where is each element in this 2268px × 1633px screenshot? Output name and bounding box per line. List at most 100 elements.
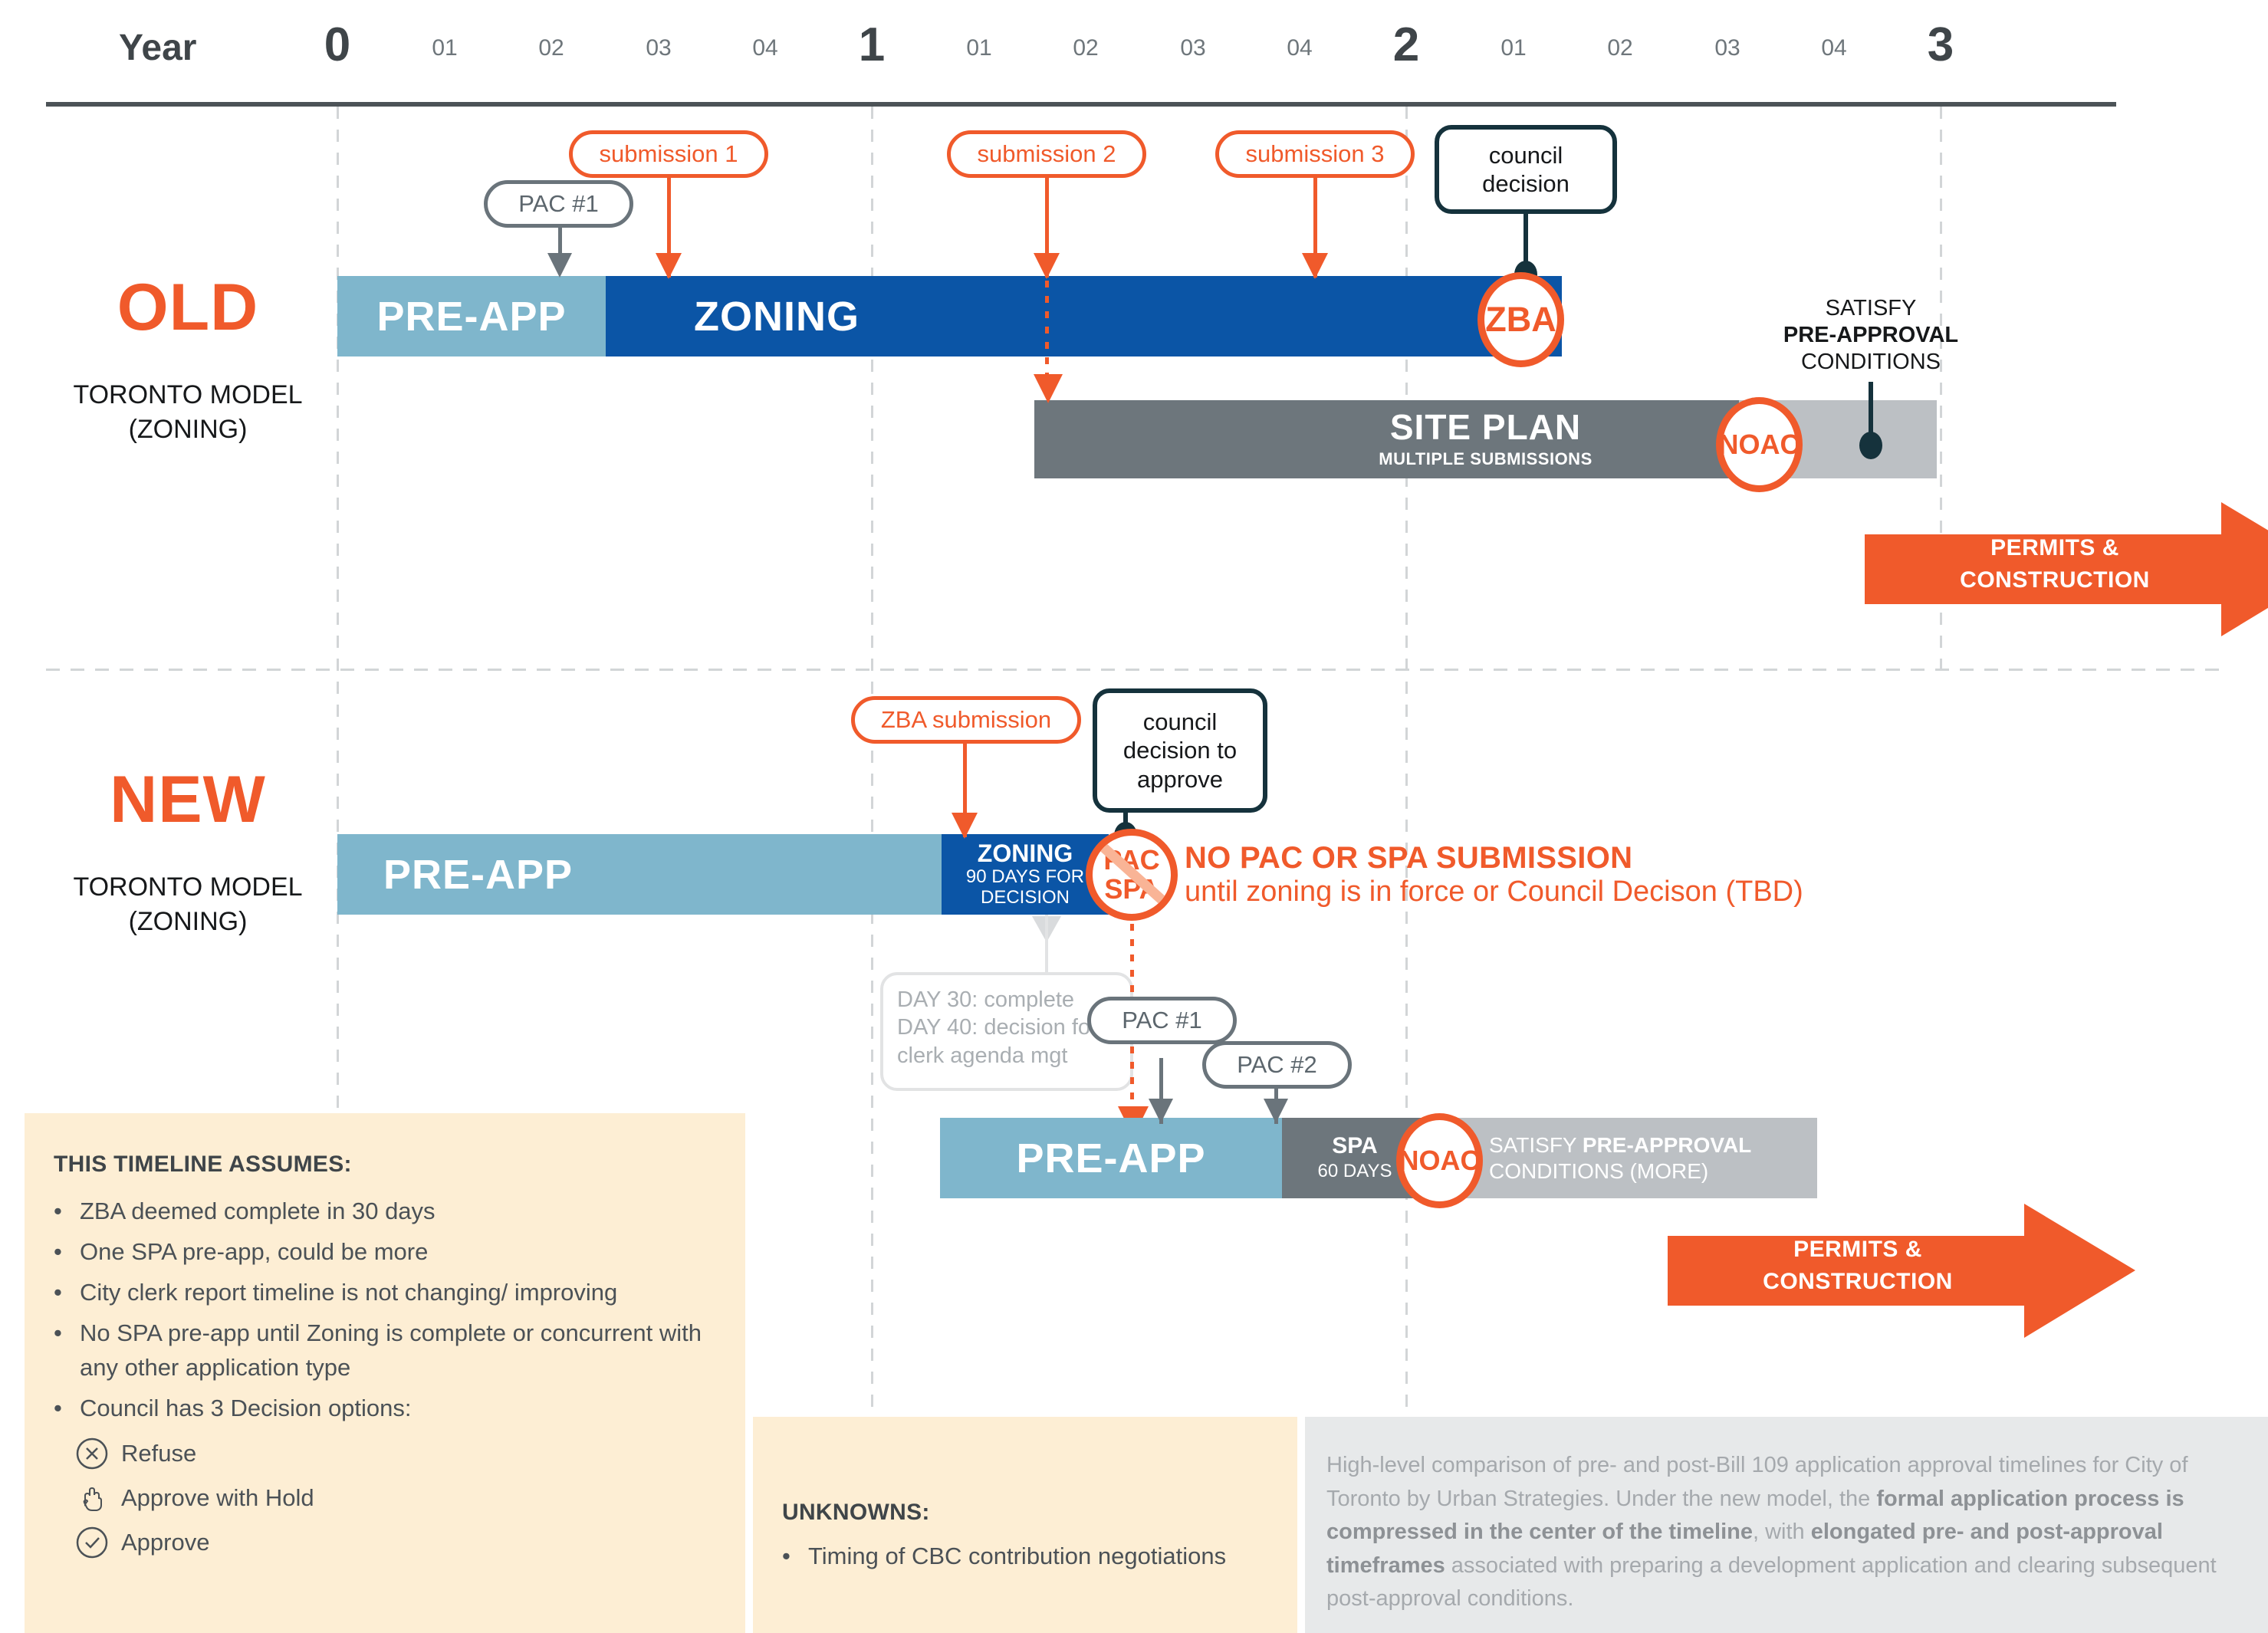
new-callout-zba-submission[interactable]: ZBA submission xyxy=(851,696,1081,744)
assumption-item-label: City clerk report timeline is not changi… xyxy=(80,1278,618,1306)
old-council-line2: decision xyxy=(1482,170,1570,197)
assumption-item: • One SPA pre-app, could be more xyxy=(54,1235,721,1270)
old-conditions-line2: PRE-APPROVAL xyxy=(1783,322,1959,347)
old-callout-pac1[interactable]: PAC #1 xyxy=(484,180,633,228)
description-p2: , with xyxy=(1752,1520,1811,1544)
new-stamp-noac-label: NOAC xyxy=(1399,1145,1481,1176)
old-conditions-line1: SATISFY xyxy=(1825,296,1917,320)
new-bar-conditions: SATISFY PRE-APPROVAL CONDITIONS (MORE) xyxy=(1428,1118,1817,1198)
bullet-icon: • xyxy=(54,1394,62,1421)
new-council-line3: approve xyxy=(1136,765,1224,793)
description-text: High-level comparison of pre- and post-B… xyxy=(1326,1449,2234,1616)
new-callout-pac1[interactable]: PAC #1 xyxy=(1087,997,1237,1044)
new-pac2-marker xyxy=(1264,1099,1288,1123)
bullet-icon: • xyxy=(54,1319,62,1346)
assumption-item-label: One SPA pre-app, could be more xyxy=(80,1237,429,1265)
axis-line xyxy=(46,102,2116,107)
new-bar-spa-sub: 60 DAYS xyxy=(1317,1161,1392,1182)
bullet-icon: • xyxy=(54,1237,62,1265)
new-stamp-noac: NOAC xyxy=(1396,1113,1483,1208)
old-stamp-noac-label: NOAC xyxy=(1718,429,1800,460)
assumption-item-label: ZBA deemed complete in 30 days xyxy=(80,1198,436,1224)
new-callout-council-decision[interactable]: council decision to approve xyxy=(1093,688,1267,813)
axis-tick-0-0: 0 xyxy=(324,18,351,71)
axis-tick-1-5: 1 xyxy=(858,18,886,71)
new-day-note-line2: DAY 40: decision for xyxy=(897,1015,1098,1040)
axis-tick-2-10: 2 xyxy=(1392,18,1420,71)
new-bar-preapp-label: PRE-APP xyxy=(383,852,574,898)
old-bar-siteplan-title: SITE PLAN xyxy=(1389,407,1582,448)
new-day-note-stem2 xyxy=(1045,915,1048,973)
old-bar-preapp-label: PRE-APP xyxy=(376,293,567,340)
axis-tick-01-11: 01 xyxy=(1500,35,1527,61)
new-callout-pac1-label: PAC #1 xyxy=(1122,1007,1202,1033)
old-arrow-line1: PERMITS & xyxy=(1990,535,2119,560)
new-bar-conditions-line2: CONDITIONS (MORE) xyxy=(1489,1158,1709,1183)
old-callout-submission3-label: submission 3 xyxy=(1245,140,1385,167)
bullet-icon: • xyxy=(782,1543,791,1569)
old-stamp-zba: ZBA xyxy=(1477,272,1564,367)
old-callout-council-decision[interactable]: council decision xyxy=(1435,125,1617,214)
unknowns-panel: UNKNOWNS: • Timing of CBC contribution ne… xyxy=(753,1417,1297,1633)
new-day-note-line3: clerk agenda mgt xyxy=(897,1043,1068,1068)
bullet-icon: • xyxy=(54,1198,62,1224)
new-bar-spa-title: SPA xyxy=(1332,1132,1378,1158)
assumptions-list: • ZBA deemed complete in 30 days • One SPA … xyxy=(54,1194,721,1426)
circle-x-icon xyxy=(75,1437,109,1470)
new-bar-preapp2-label: PRE-APP xyxy=(1016,1135,1206,1181)
old-council-line1: council xyxy=(1488,141,1563,169)
new-warning-text: NO PAC OR SPA SUBMISSION until zoning is… xyxy=(1185,841,1951,909)
council-option-label: Refuse xyxy=(121,1439,197,1467)
new-stamp-pac-spa: PAC SPA xyxy=(1086,829,1178,921)
old-bar-zoning: ZONING xyxy=(606,276,1562,356)
axis-tick-04-4: 04 xyxy=(752,35,778,61)
axis-tick-02-12: 02 xyxy=(1607,35,1633,61)
assumption-item-label: No SPA pre-app until Zoning is complete … xyxy=(80,1319,702,1381)
old-title: OLD xyxy=(117,271,259,344)
old-stamp-zba-label: ZBA xyxy=(1485,300,1556,339)
assumption-item-label: Council has 3 Decision options: xyxy=(80,1394,412,1421)
new-warning-line2: until zoning is in force or Council Deci… xyxy=(1185,875,1803,908)
axis-tick-04-14: 04 xyxy=(1821,35,1847,61)
old-callout-submission1[interactable]: submission 1 xyxy=(569,130,768,178)
assumption-item: • ZBA deemed complete in 30 days xyxy=(54,1194,721,1229)
axis-tick-02-7: 02 xyxy=(1073,35,1099,61)
new-pac1-marker xyxy=(1149,1099,1173,1123)
new-callout-pac2[interactable]: PAC #2 xyxy=(1202,1041,1352,1089)
bullet-icon: • xyxy=(54,1278,62,1306)
axis-tick-03-3: 03 xyxy=(646,35,672,61)
new-bar-zoning-title: ZONING xyxy=(977,840,1073,868)
assumptions-panel: THIS TIMELINE ASSUMES: • ZBA deemed compl… xyxy=(25,1113,745,1633)
new-subtitle-line1: TORONTO MODEL xyxy=(73,872,303,902)
old-conditions-line3: CONDITIONS xyxy=(1800,349,1941,374)
old-sub3-marker xyxy=(1302,253,1328,279)
circle-check-icon xyxy=(75,1526,109,1559)
axis-tick-02-2: 02 xyxy=(538,35,564,61)
old-sub2-siteplan-marker xyxy=(1034,374,1063,403)
assumptions-options: Refuse Approve with Hold Approve xyxy=(75,1437,745,1559)
new-bar-conditions-line1: SATISFY PRE-APPROVAL xyxy=(1489,1132,1751,1158)
axis-tick-01-6: 01 xyxy=(966,35,992,61)
new-bar-conditions-l1b: PRE-APPROVAL xyxy=(1582,1132,1752,1157)
old-sub2-marker xyxy=(1034,253,1060,279)
new-callout-pac2-label: PAC #2 xyxy=(1237,1051,1317,1078)
old-callout-submission2[interactable]: submission 2 xyxy=(947,130,1146,178)
new-warning-line1: NO PAC OR SPA SUBMISSION xyxy=(1185,841,1633,875)
axis-tick-3-15: 3 xyxy=(1927,18,1954,71)
old-bar-preapp: PRE-APP xyxy=(337,276,606,356)
old-callout-submission3[interactable]: submission 3 xyxy=(1215,130,1415,178)
new-council-line1: council xyxy=(1142,708,1218,736)
axis-tick-03-13: 03 xyxy=(1714,35,1740,61)
old-callout-submission1-label: submission 1 xyxy=(599,140,738,167)
assumption-item: • City clerk report timeline is not chang… xyxy=(54,1276,721,1310)
council-option-label: Approve with Hold xyxy=(121,1484,314,1511)
unknowns-heading: UNKNOWNS: xyxy=(782,1500,930,1525)
unknown-item: • Timing of CBC contribution negotiations xyxy=(782,1539,1280,1574)
new-arrow-line2: CONSTRUCTION xyxy=(1763,1269,1953,1294)
old-preapproval-conditions-note: SATISFY PRE-APPROVAL CONDITIONS xyxy=(1752,295,1990,375)
axis-tick-03-8: 03 xyxy=(1180,35,1206,61)
old-callout-submission2-label: submission 2 xyxy=(977,140,1116,167)
description-panel: High-level comparison of pre- and post-B… xyxy=(1305,1417,2268,1633)
new-bar-preapp2: PRE-APP xyxy=(940,1118,1282,1198)
axis-tick-04-9: 04 xyxy=(1287,35,1313,61)
